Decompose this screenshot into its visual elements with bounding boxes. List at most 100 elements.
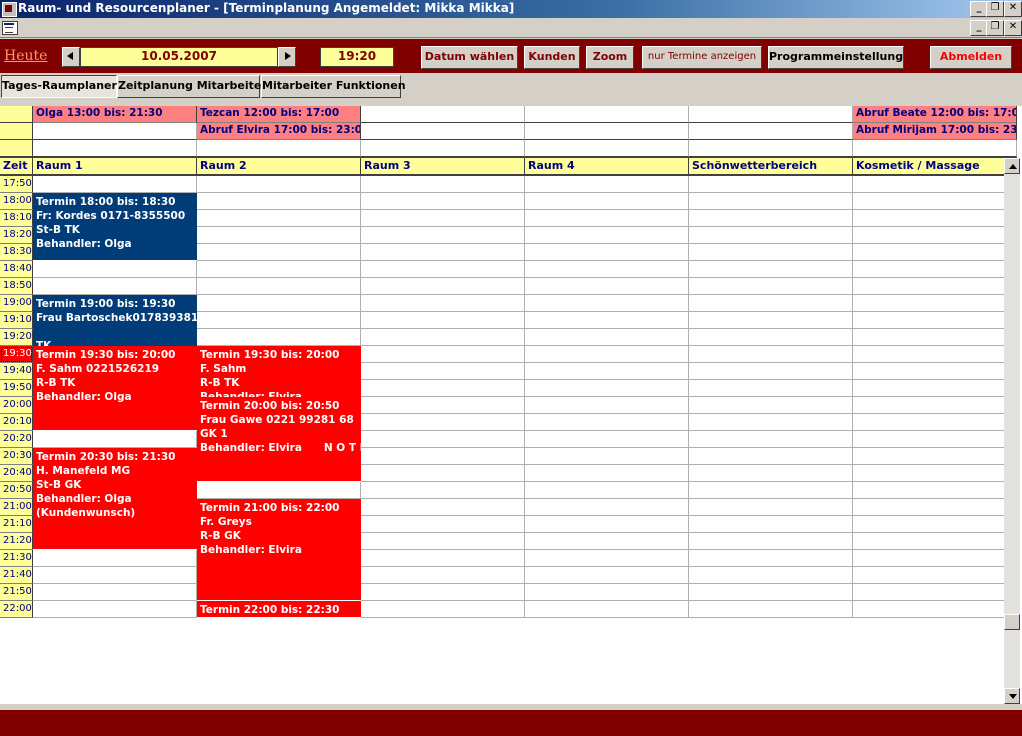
time-slot-label[interactable]: 21:40 [0, 567, 33, 584]
slot-cell[interactable] [361, 431, 525, 448]
slot-cell[interactable] [361, 227, 525, 244]
slot-cell[interactable] [689, 227, 853, 244]
slot-cell[interactable] [853, 244, 1017, 261]
slot-cell[interactable] [361, 363, 525, 380]
slot-cell[interactable] [689, 295, 853, 312]
child-restore-icon[interactable]: ❐ [986, 20, 1004, 36]
slot-cell[interactable] [361, 584, 525, 601]
time-slot-label[interactable]: 18:50 [0, 278, 33, 295]
time-slot-label[interactable]: 20:10 [0, 414, 33, 431]
slot-cell[interactable] [197, 261, 361, 278]
time-slot-label[interactable]: 18:10 [0, 210, 33, 227]
slot-cell[interactable] [525, 584, 689, 601]
slot-cell[interactable] [525, 295, 689, 312]
slot-cell[interactable] [525, 601, 689, 618]
tab-tages-raumplaner[interactable]: Tages-Raumplaner [1, 75, 117, 98]
slot-cell[interactable] [853, 278, 1017, 295]
slot-cell[interactable] [689, 516, 853, 533]
slot-cell[interactable] [689, 363, 853, 380]
time-slot-label[interactable]: 18:20 [0, 227, 33, 244]
slot-cell[interactable] [853, 465, 1017, 482]
slot-cell[interactable] [361, 329, 525, 346]
slot-cell[interactable] [853, 567, 1017, 584]
slot-cell[interactable] [853, 329, 1017, 346]
time-slot-label[interactable]: 20:30 [0, 448, 33, 465]
slot-cell[interactable] [361, 176, 525, 193]
appointment-block[interactable]: Termin 22:00 bis: 22:30 [197, 601, 361, 618]
slot-cell[interactable] [525, 227, 689, 244]
slot-cell[interactable] [853, 448, 1017, 465]
time-slot-label[interactable]: 19:10 [0, 312, 33, 329]
slot-cell[interactable] [361, 397, 525, 414]
slot-cell[interactable] [525, 261, 689, 278]
slot-cell[interactable] [689, 210, 853, 227]
slot-cell[interactable] [853, 312, 1017, 329]
staff-note[interactable]: Abruf Mirijam 17:00 bis: 23:00 [853, 123, 1017, 140]
time-slot-label[interactable]: 21:00 [0, 499, 33, 516]
nur-termine-button[interactable]: nur Termine anzeigen [642, 46, 762, 69]
restore-icon[interactable]: ❐ [986, 1, 1004, 17]
slot-cell[interactable] [689, 397, 853, 414]
slot-cell[interactable] [361, 278, 525, 295]
slot-cell[interactable] [361, 295, 525, 312]
time-slot-label[interactable]: 20:00 [0, 397, 33, 414]
slot-cell[interactable] [361, 346, 525, 363]
slot-cell[interactable] [525, 244, 689, 261]
slot-cell[interactable] [197, 278, 361, 295]
slot-cell[interactable] [361, 601, 525, 618]
prev-day-button[interactable] [62, 47, 80, 67]
staff-note[interactable]: Olga 13:00 bis: 21:30 [33, 106, 197, 123]
slot-cell[interactable] [853, 499, 1017, 516]
slot-cell[interactable] [853, 584, 1017, 601]
slot-cell[interactable] [689, 465, 853, 482]
slot-cell[interactable] [197, 312, 361, 329]
slot-cell[interactable] [525, 567, 689, 584]
time-slot-label[interactable]: 22:00 [0, 601, 33, 618]
slot-cell[interactable] [33, 176, 197, 193]
slot-cell[interactable] [689, 329, 853, 346]
time-slot-label[interactable]: 20:20 [0, 431, 33, 448]
appointment-block[interactable]: Termin 20:00 bis: 20:50 Frau Gawe 0221 9… [197, 397, 361, 482]
slot-cell[interactable] [525, 499, 689, 516]
slot-cell[interactable] [33, 584, 197, 601]
time-slot-label[interactable]: 21:10 [0, 516, 33, 533]
slot-cell[interactable] [689, 448, 853, 465]
programmeinstellung-button[interactable]: Programmeinstellung [768, 46, 904, 69]
slot-cell[interactable] [525, 278, 689, 295]
date-field[interactable]: 10.05.2007 [80, 47, 278, 67]
slot-cell[interactable] [853, 210, 1017, 227]
slot-cell[interactable] [525, 516, 689, 533]
slot-cell[interactable] [853, 397, 1017, 414]
time-slot-label[interactable]: 19:30 [0, 346, 33, 363]
slot-cell[interactable] [689, 414, 853, 431]
slot-cell[interactable] [853, 363, 1017, 380]
vertical-scrollbar[interactable] [1004, 158, 1020, 704]
slot-cell[interactable] [689, 431, 853, 448]
slot-cell[interactable] [361, 550, 525, 567]
appointment-block[interactable]: Termin 18:00 bis: 18:30 Fr: Kordes 0171-… [33, 193, 197, 261]
slot-cell[interactable] [33, 278, 197, 295]
slot-cell[interactable] [689, 380, 853, 397]
abmelden-button[interactable]: Abmelden [930, 46, 1012, 69]
slot-cell[interactable] [525, 380, 689, 397]
slot-cell[interactable] [525, 431, 689, 448]
slot-cell[interactable] [689, 244, 853, 261]
slot-cell[interactable] [853, 176, 1017, 193]
slot-cell[interactable] [361, 448, 525, 465]
close-icon[interactable]: ✕ [1004, 1, 1022, 17]
time-field[interactable]: 19:20 [320, 47, 394, 67]
slot-cell[interactable] [689, 533, 853, 550]
tab-mitarbeiter-funktionen[interactable]: Mitarbeiter Funktionen [261, 75, 406, 98]
slot-cell[interactable] [525, 193, 689, 210]
time-slot-label[interactable]: 18:00 [0, 193, 33, 210]
slot-cell[interactable] [525, 210, 689, 227]
slot-cell[interactable] [525, 312, 689, 329]
appointment-block[interactable]: Termin 21:00 bis: 22:00 Fr. Greys R-B GK… [197, 499, 361, 601]
time-slot-label[interactable]: 18:40 [0, 261, 33, 278]
slot-cell[interactable] [525, 363, 689, 380]
time-slot-label[interactable]: 20:50 [0, 482, 33, 499]
staff-note[interactable]: Tezcan 12:00 bis: 17:00 [197, 106, 361, 123]
slot-cell[interactable] [853, 261, 1017, 278]
time-slot-label[interactable]: 19:50 [0, 380, 33, 397]
time-slot-label[interactable]: 21:50 [0, 584, 33, 601]
